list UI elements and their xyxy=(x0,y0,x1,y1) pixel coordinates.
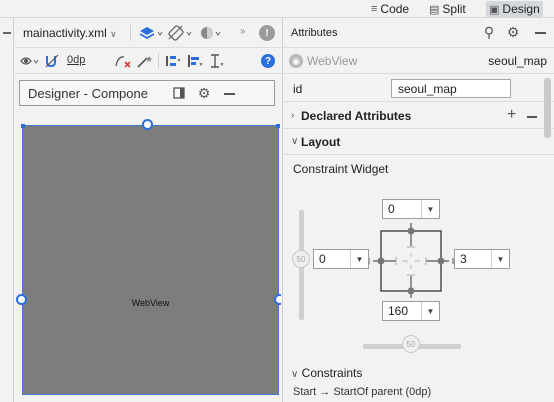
resize-corner[interactable] xyxy=(276,124,280,128)
attributes-scrollbar[interactable] xyxy=(544,78,551,138)
minimize-icon[interactable] xyxy=(224,93,235,95)
file-selector[interactable]: mainactivity.xml ∨ xyxy=(23,26,117,40)
designer-pane: mainactivity.xml ∨ » ! 0dp ? Designer - … xyxy=(15,18,281,402)
add-attribute-button[interactable]: + xyxy=(507,106,516,124)
design-view-label: Design xyxy=(502,2,540,16)
constraints-label: Constraints xyxy=(301,366,363,380)
constraints-section[interactable]: ∨ Constraints xyxy=(291,366,362,380)
theme-icon[interactable] xyxy=(198,24,224,42)
gear-icon[interactable]: ⚙ xyxy=(505,24,521,40)
code-view-label: Code xyxy=(380,2,410,16)
constraint-widget-label: Constraint Widget xyxy=(293,162,389,176)
default-margin-button[interactable]: 0dp xyxy=(67,54,85,66)
collapse-icon[interactable] xyxy=(3,32,11,34)
margin-bottom-value: 160 xyxy=(388,304,409,318)
image-icon: ▣ xyxy=(489,3,500,16)
split-icon: ▤ xyxy=(429,3,440,16)
align-icon[interactable] xyxy=(185,52,205,70)
webview-label: WebView xyxy=(131,298,170,308)
globe-icon: ◉ xyxy=(289,54,303,68)
help-icon[interactable]: ? xyxy=(261,54,275,68)
vertical-bias-slider[interactable]: 50 xyxy=(292,250,310,268)
dropdown-arrow-icon: ▼ xyxy=(421,200,439,218)
layers-icon[interactable] xyxy=(137,24,165,42)
clear-constraints-icon[interactable] xyxy=(113,52,133,70)
attributes-pane: Attributes ⚲ ⚙ ◉ WebView seoul_map id se… xyxy=(282,18,554,402)
chevron-right-icon: › xyxy=(291,110,295,121)
margin-top-value: 0 xyxy=(388,202,395,216)
error-indicator-icon[interactable]: ! xyxy=(259,25,275,41)
pack-icon[interactable] xyxy=(163,52,183,70)
divider xyxy=(130,25,131,41)
guidelines-icon[interactable] xyxy=(207,52,227,70)
dropdown-arrow-icon: ▼ xyxy=(491,250,509,268)
margin-top-combo[interactable]: 0 ▼ xyxy=(382,199,440,219)
right-anchor-handle[interactable] xyxy=(274,294,281,305)
infer-constraints-icon[interactable] xyxy=(135,52,155,70)
design-view-button[interactable]: ▣ Design xyxy=(486,1,543,17)
constraint-row[interactable]: Start → StartOf parent (0dp) xyxy=(293,386,431,398)
window-mode-icon[interactable] xyxy=(172,86,186,100)
margin-bottom-combo[interactable]: 160 ▼ xyxy=(382,301,440,321)
dropdown-arrow-icon: ▼ xyxy=(350,250,368,268)
resize-corner[interactable] xyxy=(21,124,25,128)
code-view-button[interactable]: ≡ Code xyxy=(368,1,412,17)
component-tree-panel: Designer - Compone ⚙ xyxy=(19,80,275,106)
designer-toolbar: mainactivity.xml ∨ » ! xyxy=(15,18,281,48)
component-id: seoul_map xyxy=(488,54,547,68)
chevron-down-icon: ∨ xyxy=(291,136,299,147)
attributes-title: Attributes xyxy=(291,27,338,39)
constraint-row-text: Start → StartOf parent (0dp) xyxy=(293,386,432,398)
view-mode-bar: ≡ Code ▤ Split ▣ Design xyxy=(0,0,554,18)
id-field[interactable]: seoul_map xyxy=(391,79,511,98)
minimize-icon[interactable] xyxy=(535,32,546,34)
attributes-header: Attributes ⚲ ⚙ xyxy=(283,18,554,48)
margin-left-combo[interactable]: 0 ▼ xyxy=(313,249,369,269)
top-anchor-handle[interactable] xyxy=(142,119,153,130)
component-type: WebView xyxy=(307,54,358,68)
split-view-label: Split xyxy=(442,2,466,16)
left-tool-strip xyxy=(0,18,14,402)
magnet-icon[interactable] xyxy=(43,52,63,70)
gear-icon[interactable]: ⚙ xyxy=(196,85,212,101)
remove-attribute-button[interactable] xyxy=(527,116,537,118)
designer-secondary-toolbar: 0dp ? xyxy=(15,48,281,74)
file-name: mainactivity.xml xyxy=(23,26,107,40)
left-anchor-handle[interactable] xyxy=(16,294,27,305)
dropdown-arrow-icon: ▼ xyxy=(421,302,439,320)
chevron-down-icon: ∨ xyxy=(110,29,117,39)
divider xyxy=(158,53,159,69)
split-view-button[interactable]: ▤ Split xyxy=(426,1,469,17)
webview-canvas[interactable]: WebView xyxy=(16,119,281,395)
eye-icon[interactable] xyxy=(19,52,41,70)
chevron-down-icon: ∨ xyxy=(291,369,299,380)
declared-attributes-section[interactable]: › Declared Attributes + xyxy=(283,104,554,129)
id-attribute-row: id seoul_map xyxy=(283,76,554,102)
search-icon[interactable]: ⚲ xyxy=(481,24,497,40)
margin-left-value: 0 xyxy=(319,252,326,266)
code-lines-icon: ≡ xyxy=(371,3,378,15)
layout-section[interactable]: ∨ Layout xyxy=(283,130,554,155)
default-margin-value: 0dp xyxy=(67,54,86,66)
layout-label: Layout xyxy=(301,135,341,149)
overflow-icon[interactable]: » xyxy=(240,26,246,37)
margin-right-combo[interactable]: 3 ▼ xyxy=(454,249,510,269)
margin-right-value: 3 xyxy=(460,252,467,266)
component-tree-title: Designer - Compone xyxy=(28,86,148,101)
id-label: id xyxy=(293,82,303,96)
declared-attributes-label: Declared Attributes xyxy=(301,109,412,123)
component-header: ◉ WebView seoul_map xyxy=(283,48,554,74)
horizontal-bias-slider[interactable]: 50 xyxy=(402,335,420,353)
orientation-icon[interactable] xyxy=(167,24,195,42)
